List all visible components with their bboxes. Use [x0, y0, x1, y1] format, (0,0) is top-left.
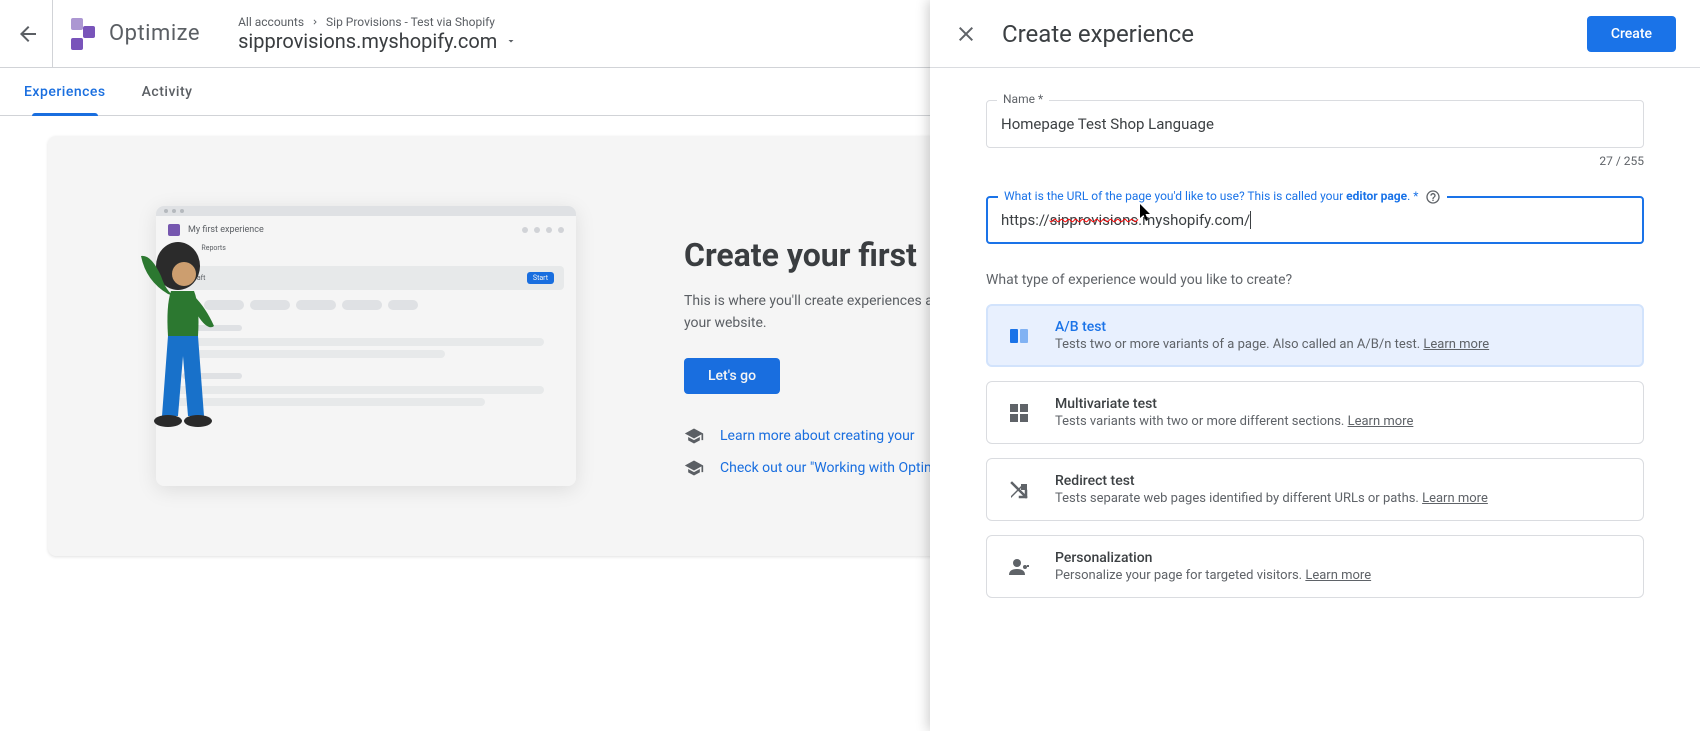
learn-more-link[interactable]: Learn more: [1423, 337, 1489, 352]
chevron-right-icon: [310, 17, 320, 27]
header-main: All accounts Sip Provisions - Test via S…: [238, 15, 517, 53]
multivariate-icon: [1007, 401, 1031, 425]
option-ab-test[interactable]: A/B test Tests two or more variants of a…: [986, 304, 1644, 367]
url-field-wrap[interactable]: What is the URL of the page you'd like t…: [986, 196, 1644, 244]
personalization-icon: [1007, 555, 1031, 579]
divider: [52, 0, 53, 68]
panel-body: Name * 27 / 255 What is the URL of the p…: [930, 68, 1700, 644]
breadcrumb-account[interactable]: Sip Provisions - Test via Shopify: [326, 15, 495, 29]
account-title[interactable]: sipprovisions.myshopify.com: [238, 29, 517, 53]
create-experience-panel: Create experience Create Name * 27 / 255…: [930, 0, 1700, 731]
create-button[interactable]: Create: [1587, 16, 1676, 52]
option-desc: Tests separate web pages identified by d…: [1055, 491, 1488, 506]
breadcrumb[interactable]: All accounts Sip Provisions - Test via S…: [238, 15, 517, 29]
panel-header: Create experience Create: [930, 0, 1700, 68]
option-title: Redirect test: [1055, 473, 1488, 489]
lets-go-button[interactable]: Let's go: [684, 358, 780, 394]
graduation-icon: [684, 426, 704, 446]
optimize-logo-icon: [65, 18, 97, 50]
option-title: A/B test: [1055, 319, 1489, 335]
breadcrumb-all[interactable]: All accounts: [238, 15, 304, 29]
learn-more-link[interactable]: Learn more: [1305, 568, 1371, 583]
name-label: Name *: [997, 92, 1049, 106]
dropdown-icon[interactable]: [505, 35, 517, 47]
back-arrow-icon[interactable]: [16, 22, 40, 46]
type-question: What type of experience would you like t…: [986, 272, 1644, 288]
option-redirect-test[interactable]: Redirect test Tests separate web pages i…: [986, 458, 1644, 521]
learn-more-link[interactable]: Learn more: [1422, 491, 1488, 506]
panel-title: Create experience: [1002, 20, 1587, 48]
option-desc: Tests two or more variants of a page. Al…: [1055, 337, 1489, 352]
option-multivariate-test[interactable]: Multivariate test Tests variants with tw…: [986, 381, 1644, 444]
option-desc: Tests variants with two or more differen…: [1055, 414, 1413, 429]
close-icon[interactable]: [954, 22, 978, 46]
person-illustration-icon: [126, 236, 246, 456]
url-input[interactable]: https://sipprovisions.myshopify.com/: [1001, 205, 1629, 235]
name-input[interactable]: [1001, 109, 1629, 139]
redirect-icon: [1007, 478, 1031, 502]
tab-experiences[interactable]: Experiences: [24, 68, 106, 116]
graduation-icon: [684, 458, 704, 478]
option-title: Multivariate test: [1055, 396, 1413, 412]
tab-activity[interactable]: Activity: [142, 68, 193, 116]
learn-more-link[interactable]: Learn more: [1348, 414, 1414, 429]
option-desc: Personalize your page for targeted visit…: [1055, 568, 1371, 583]
logo-area[interactable]: Optimize: [65, 18, 200, 50]
ab-test-icon: [1007, 324, 1031, 348]
url-label: What is the URL of the page you'd like t…: [998, 189, 1447, 205]
char-count: 27 / 255: [986, 154, 1644, 168]
option-personalization[interactable]: Personalization Personalize your page fo…: [986, 535, 1644, 598]
illustration: My first experience Details Reports Draf…: [96, 196, 636, 496]
logo-text: Optimize: [109, 21, 200, 46]
help-icon[interactable]: [1425, 189, 1441, 205]
option-title: Personalization: [1055, 550, 1371, 566]
name-field-wrap[interactable]: Name *: [986, 100, 1644, 148]
